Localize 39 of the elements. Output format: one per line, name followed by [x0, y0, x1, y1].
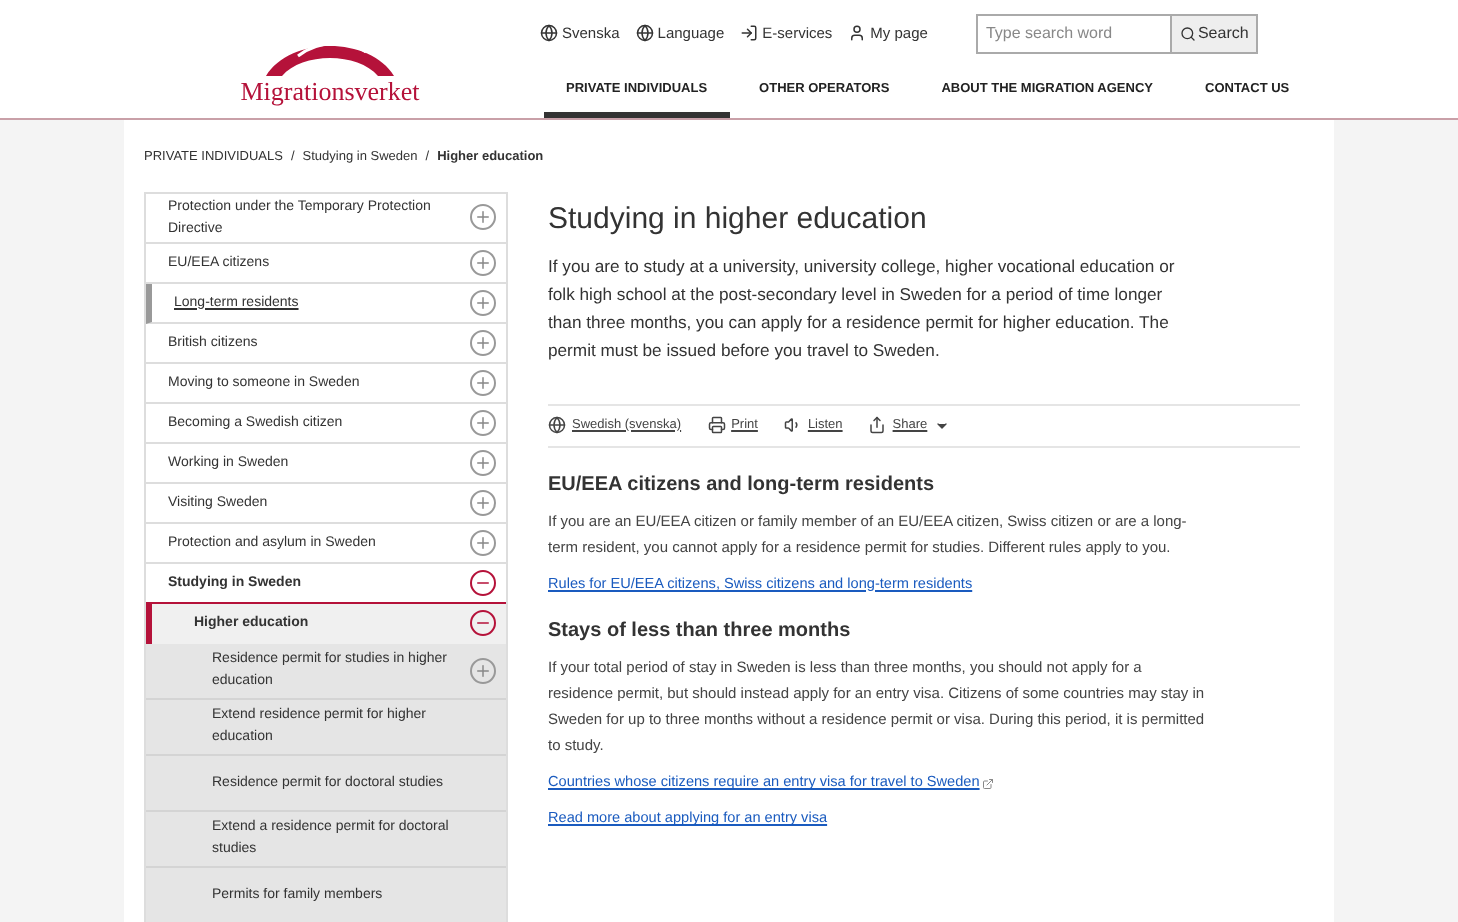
globe-icon	[548, 416, 566, 435]
expand-button[interactable]	[470, 449, 496, 476]
external-link-icon	[981, 777, 994, 790]
plus-icon	[474, 253, 492, 272]
expand-button[interactable]	[470, 289, 496, 316]
collapse-button[interactable]	[470, 569, 496, 596]
logo-text: Migrationsverket	[240, 78, 420, 104]
login-icon	[740, 24, 759, 43]
print-icon	[707, 416, 726, 435]
page-title: Studying in higher education	[548, 199, 929, 240]
plus-icon	[474, 533, 492, 552]
user-icon	[848, 24, 867, 43]
expand-button[interactable]	[470, 657, 496, 684]
intro-paragraph: If you are to study at a university, university college, higher vocational education or folk high school at the post-secondary level in Sweden for a period of time longer than three months, you can apply for a residence permit for higher education. The permit must be issued before you travel to Sweden.	[548, 253, 1177, 364]
section-heading: EU/EEA citizens and long-term residents	[548, 471, 937, 499]
plus-icon	[474, 333, 492, 352]
plus-icon	[474, 493, 492, 512]
expand-button[interactable]	[470, 369, 496, 396]
plus-icon	[474, 373, 492, 392]
share-icon	[868, 416, 887, 435]
plus-icon	[474, 293, 492, 312]
search-icon	[1179, 25, 1196, 42]
plus-icon	[474, 413, 492, 432]
expand-button[interactable]	[470, 529, 496, 556]
globe-icon	[540, 24, 558, 43]
expand-button[interactable]	[470, 249, 496, 276]
plus-icon	[474, 453, 492, 472]
plus-icon	[474, 661, 492, 680]
expand-button[interactable]	[470, 409, 496, 436]
expand-button[interactable]	[470, 204, 496, 231]
collapse-button[interactable]	[470, 610, 496, 637]
expand-button[interactable]	[470, 489, 496, 516]
section-heading: Stays of less than three months	[548, 618, 853, 647]
search-button[interactable]: Search	[1171, 13, 1259, 54]
globe-icon	[635, 24, 654, 43]
speaker-icon	[783, 416, 802, 435]
plus-icon	[474, 208, 492, 227]
search-field[interactable]: Type search word	[975, 13, 1172, 54]
expand-button[interactable]	[470, 329, 496, 356]
